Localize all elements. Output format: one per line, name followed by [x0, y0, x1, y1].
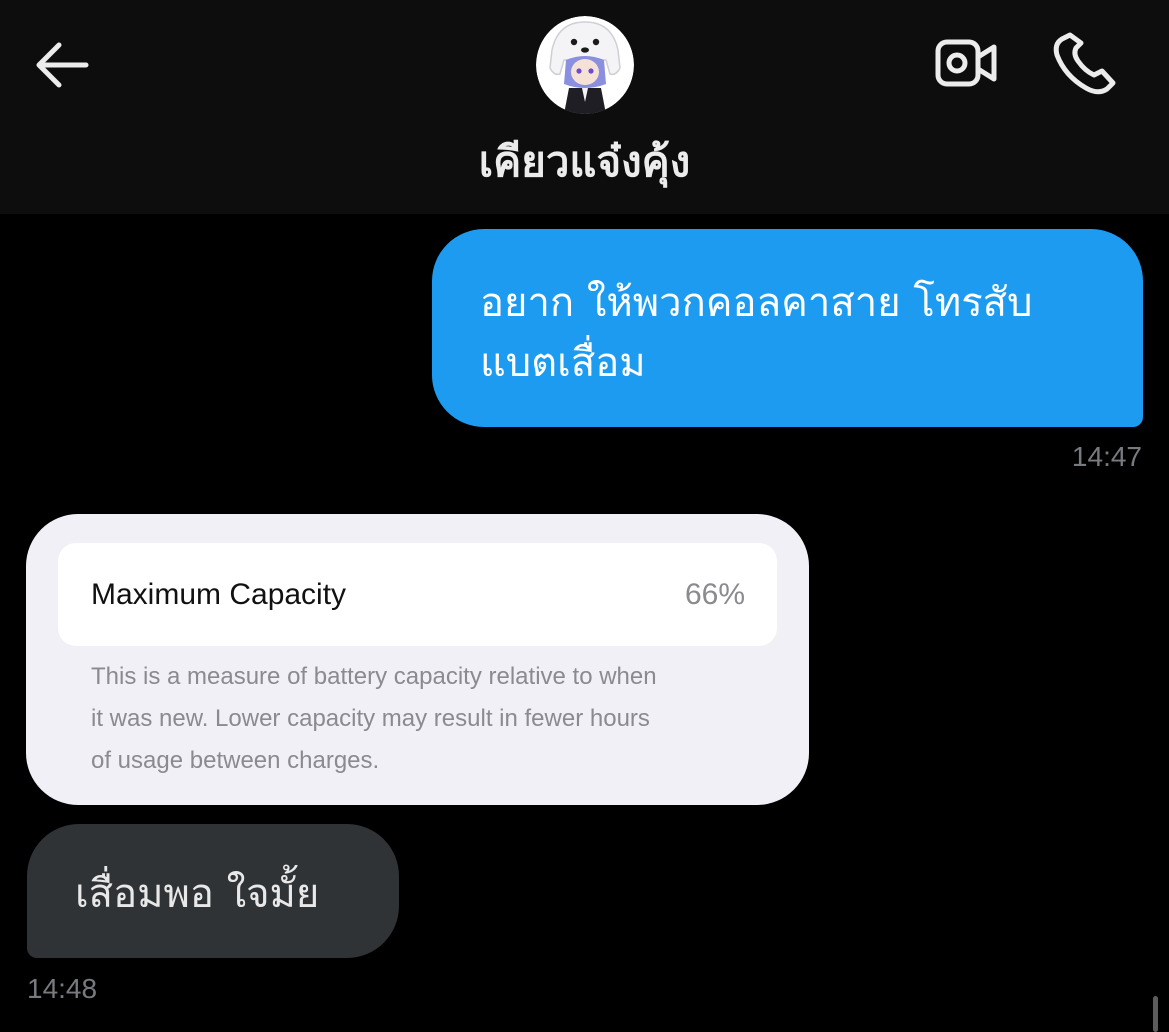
- contact-name[interactable]: เคียวแจ๋งคุ้ง: [0, 134, 1169, 190]
- arrow-left-icon: [36, 42, 89, 88]
- capacity-label: Maximum Capacity: [91, 578, 347, 611]
- outgoing-message-bubble[interactable]: อยาก ให้พวกคอลคาสาย โทรสับ แบตเสื่อม: [432, 229, 1143, 427]
- voice-call-button[interactable]: [1050, 28, 1122, 98]
- scrollbar[interactable]: [1153, 996, 1158, 1032]
- contact-avatar[interactable]: [536, 16, 634, 114]
- message-timestamp: 14:48: [27, 973, 98, 1004]
- description-line: This is a measure of battery capacity re…: [91, 663, 657, 690]
- description-line: of usage between charges.: [91, 747, 380, 774]
- phone-icon: [1053, 32, 1116, 95]
- video-call-button[interactable]: [932, 32, 1000, 94]
- back-button[interactable]: [28, 34, 94, 94]
- capacity-card: Maximum Capacity 66%: [58, 543, 777, 646]
- message-line: อยาก ให้พวกคอลคาสาย โทรสับ: [480, 280, 1033, 326]
- message-text: เสื่อมพอ ใจมั้ย: [75, 871, 320, 917]
- message-timestamp: 14:47: [1071, 441, 1142, 472]
- capacity-value: 66%: [684, 578, 745, 611]
- image-attachment[interactable]: Maximum Capacity 66% This is a measure o…: [26, 514, 809, 805]
- description-line: it was new. Lower capacity may result in…: [91, 705, 650, 732]
- video-camera-icon: [935, 39, 997, 87]
- message-line: แบตเสื่อม: [480, 340, 646, 386]
- capacity-description: This is a measure of battery capacity re…: [91, 656, 771, 782]
- incoming-message-bubble[interactable]: เสื่อมพอ ใจมั้ย: [27, 824, 399, 958]
- chat-header: เคียวแจ๋งคุ้ง: [0, 0, 1169, 214]
